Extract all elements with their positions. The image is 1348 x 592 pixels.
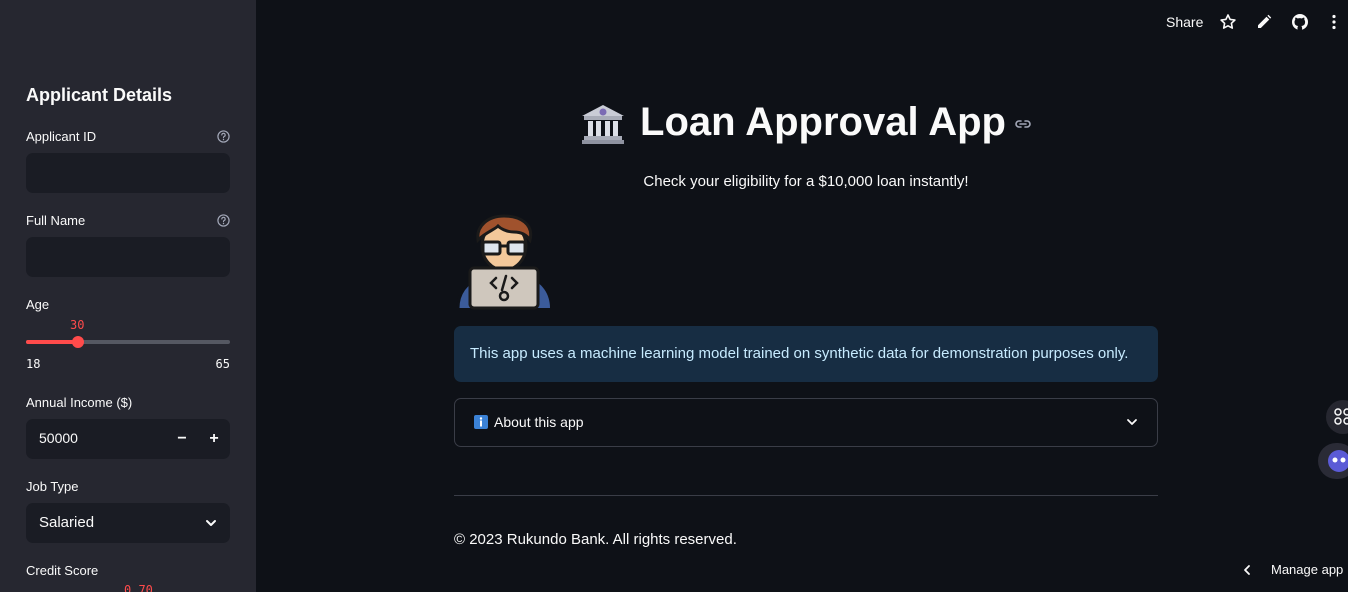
expander-label: About this app — [494, 414, 584, 430]
floating-widget-button[interactable] — [1326, 400, 1348, 434]
share-button[interactable]: Share — [1166, 14, 1203, 30]
age-label: Age — [26, 297, 50, 312]
divider — [454, 495, 1158, 496]
more-vertical-icon[interactable] — [1325, 13, 1343, 31]
link-icon[interactable] — [1014, 115, 1032, 133]
about-app-expander[interactable]: About this app — [454, 398, 1158, 447]
annual-income-value[interactable]: 50000 — [39, 430, 78, 446]
page-title-text: Loan Approval App — [640, 100, 1006, 144]
full-name-input[interactable] — [26, 237, 230, 277]
edit-icon[interactable] — [1255, 13, 1273, 31]
help-icon[interactable] — [217, 214, 230, 227]
decrement-button[interactable]: − — [166, 419, 198, 459]
sidebar: Applicant Details Applicant ID Full Name… — [0, 0, 256, 592]
chevron-down-icon — [206, 520, 216, 526]
bot-icon — [1328, 450, 1348, 472]
page-title: Loan Approval App — [454, 100, 1158, 145]
job-type-label: Job Type — [26, 479, 79, 494]
increment-button[interactable]: + — [198, 419, 230, 459]
info-alert: This app uses a machine learning model t… — [454, 326, 1158, 382]
age-slider-max: 65 — [215, 357, 230, 371]
info-alert-text: This app uses a machine learning model t… — [470, 345, 1129, 362]
age-slider-value: 30 — [70, 318, 85, 332]
apps-icon — [1334, 408, 1348, 425]
assistant-bot-button[interactable] — [1318, 443, 1348, 479]
chevron-down-icon — [1127, 419, 1137, 425]
age-slider[interactable] — [26, 336, 230, 348]
info-icon — [474, 415, 488, 429]
full-name-label: Full Name — [26, 213, 86, 228]
footer-text: © 2023 Rukundo Bank. All rights reserved… — [454, 531, 737, 548]
age-slider-thumb[interactable] — [72, 336, 84, 348]
job-type-select[interactable]: Salaried — [26, 503, 230, 543]
help-icon[interactable] — [217, 130, 230, 143]
chevron-left-icon — [1244, 565, 1250, 575]
annual-income-label: Annual Income ($) — [26, 395, 133, 410]
bank-icon — [582, 105, 625, 145]
star-icon[interactable] — [1219, 13, 1237, 31]
page-subtitle: Check your eligibility for a $10,000 loa… — [643, 173, 969, 190]
developer-avatar-image — [456, 214, 550, 310]
github-icon[interactable] — [1291, 13, 1309, 31]
job-type-value: Salaried — [39, 514, 95, 531]
annual-income-input[interactable]: 50000 − + — [26, 419, 230, 459]
manage-app-label: Manage app — [1271, 562, 1344, 577]
age-slider-min: 18 — [26, 357, 41, 371]
applicant-id-label: Applicant ID — [26, 129, 97, 144]
applicant-id-input[interactable] — [26, 153, 230, 193]
credit-score-label: Credit Score — [26, 563, 99, 578]
age-slider-fill — [26, 340, 78, 344]
credit-score-slider-value: 0.70 — [124, 583, 153, 592]
sidebar-title: Applicant Details — [26, 85, 173, 105]
